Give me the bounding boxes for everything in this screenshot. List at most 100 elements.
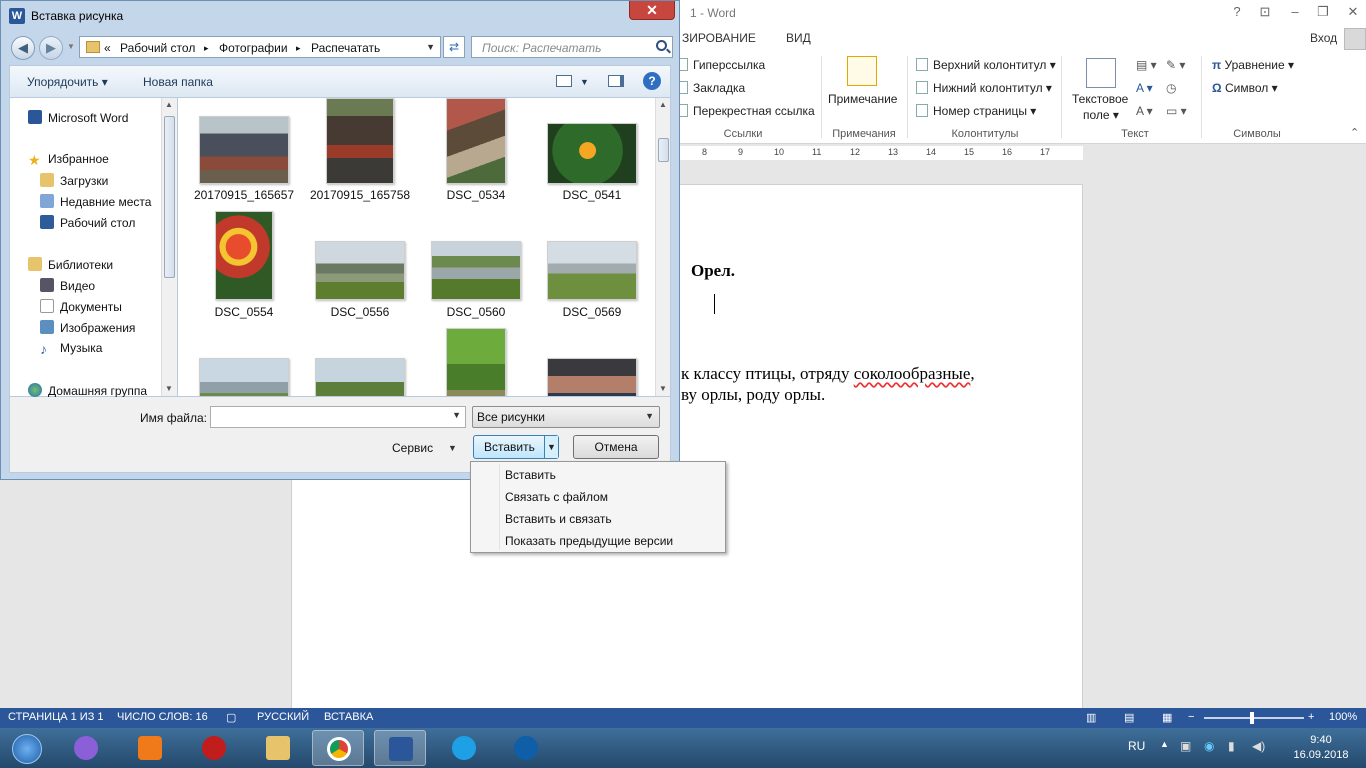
file-thumbnail[interactable]	[547, 358, 637, 396]
file-name[interactable]: DSC_0560	[416, 305, 536, 319]
zoom-out-icon[interactable]: −	[1188, 711, 1194, 723]
nav-item-downloads[interactable]: Загрузки	[40, 173, 108, 188]
print-layout-icon[interactable]: ▤	[1124, 711, 1134, 724]
search-box[interactable]: Поиск: Распечатать	[471, 36, 673, 58]
file-thumbnail[interactable]	[547, 123, 637, 184]
read-mode-icon[interactable]: ▥	[1086, 711, 1096, 724]
restore-icon[interactable]: ❐	[1308, 4, 1338, 20]
tray-language[interactable]: RU	[1128, 739, 1145, 753]
breadcrumb-overflow[interactable]: «	[104, 41, 111, 55]
file-thumbnail[interactable]	[215, 211, 273, 300]
recent-pages-chevron-icon[interactable]: ▼	[67, 42, 75, 51]
page-number-button[interactable]: Номер страницы ▾	[916, 104, 1036, 118]
word-count[interactable]: ЧИСЛО СЛОВ: 16	[117, 711, 208, 723]
file-thumbnail[interactable]	[315, 241, 405, 300]
signature-icon[interactable]: ✎ ▾	[1166, 58, 1185, 72]
organize-menu[interactable]: Упорядочить ▾	[27, 75, 108, 89]
scroll-down-icon[interactable]: ▼	[165, 384, 173, 393]
file-type-filter[interactable]: Все рисунки ▼	[472, 406, 660, 428]
menu-item-insert-and-link[interactable]: Вставить и связать	[505, 512, 612, 526]
taskbar-ie[interactable]	[438, 730, 490, 766]
breadcrumb-separator-icon[interactable]: ▸	[296, 43, 301, 54]
web-layout-icon[interactable]: ▦	[1162, 711, 1172, 724]
breadcrumb-separator-icon[interactable]: ▸	[204, 43, 209, 54]
insert-mode-status[interactable]: ВСТАВКА	[324, 711, 373, 723]
nav-scroll-thumb[interactable]	[164, 116, 175, 278]
file-thumbnail[interactable]	[199, 358, 289, 396]
menu-item-previous-versions[interactable]: Показать предыдущие версии	[505, 534, 673, 548]
back-button[interactable]: ◀	[11, 36, 35, 60]
nav-item-images[interactable]: Изображения	[40, 320, 135, 335]
help-icon[interactable]: ?	[1222, 4, 1252, 19]
insert-dropdown-icon[interactable]: ▼	[544, 436, 558, 458]
tray-app-icon[interactable]: ◉	[1204, 739, 1214, 753]
page-count[interactable]: СТРАНИЦА 1 ИЗ 1	[8, 711, 104, 723]
taskbar-app-player[interactable]	[124, 730, 176, 766]
scroll-up-icon[interactable]: ▲	[165, 100, 173, 109]
tab-review[interactable]: ЗИРОВАНИЕ	[682, 31, 756, 45]
file-thumbnail[interactable]	[326, 98, 394, 184]
file-thumbnail[interactable]	[315, 358, 405, 396]
text-box-label-2[interactable]: поле ▾	[1083, 108, 1119, 122]
object-icon[interactable]: ▭ ▾	[1166, 104, 1187, 118]
breadcrumb-desktop[interactable]: Рабочий стол	[120, 41, 195, 55]
nav-pane-scrollbar[interactable]: ▲ ▼	[161, 98, 177, 396]
header-button[interactable]: Верхний колонтитул ▾	[916, 58, 1056, 72]
tray-expand-icon[interactable]: ▲	[1160, 739, 1169, 749]
file-scroll-thumb[interactable]	[658, 138, 669, 162]
refresh-icon[interactable]: ⇄	[443, 36, 465, 58]
datetime-icon[interactable]: ◷	[1166, 81, 1176, 95]
address-bar[interactable]: « Рабочий стол ▸ Фотографии ▸ Распечатат…	[79, 36, 441, 58]
text-box-label[interactable]: Текстовое	[1072, 92, 1128, 106]
taskbar-app-voice[interactable]	[60, 730, 112, 766]
zoom-in-icon[interactable]: +	[1308, 711, 1314, 723]
cancel-button[interactable]: Отмена	[573, 435, 659, 459]
spelling-error[interactable]: соколообразные	[854, 364, 971, 383]
quick-parts-icon[interactable]: ▤ ▾	[1136, 58, 1157, 72]
breadcrumb-print[interactable]: Распечатать	[311, 41, 380, 55]
menu-item-link-to-file[interactable]: Связать с файлом	[505, 490, 608, 504]
equation-button[interactable]: π Уравнение ▾	[1212, 58, 1294, 72]
file-thumbnail[interactable]	[199, 116, 289, 184]
help-icon[interactable]: ?	[643, 72, 661, 90]
file-name[interactable]: DSC_0541	[532, 188, 652, 202]
volume-icon[interactable]: ◀)	[1252, 739, 1265, 753]
sign-in-link[interactable]: Вход	[1310, 31, 1337, 45]
hyperlink-button[interactable]: Гиперссылка	[676, 58, 765, 72]
scroll-down-icon[interactable]: ▼	[659, 384, 667, 393]
file-name-input[interactable]: ▼	[210, 406, 466, 428]
minimize-icon[interactable]: –	[1280, 4, 1310, 19]
file-thumbnail[interactable]	[446, 328, 506, 396]
view-options-icon[interactable]	[556, 75, 572, 87]
file-thumbnail[interactable]	[431, 241, 521, 300]
dialog-close-button[interactable]: ✕	[629, 1, 675, 20]
address-dropdown-icon[interactable]: ▼	[426, 42, 435, 52]
taskbar-word[interactable]	[374, 730, 426, 766]
nav-item-music[interactable]: ♪ Музыка	[40, 341, 102, 356]
nav-item-word[interactable]: Microsoft Word	[28, 110, 128, 125]
wordart-icon[interactable]: A ▾	[1136, 81, 1153, 95]
nav-item-libraries[interactable]: Библиотеки	[28, 257, 113, 272]
device-icon[interactable]: ▮	[1228, 739, 1235, 753]
tools-menu[interactable]: Сервис	[392, 441, 433, 455]
menu-item-insert[interactable]: Вставить	[505, 468, 556, 482]
clock[interactable]: 9:40 16.09.2018	[1286, 733, 1356, 763]
dropcap-icon[interactable]: A ▾	[1136, 104, 1153, 118]
new-folder-button[interactable]: Новая папка	[143, 75, 213, 89]
nav-item-desktop[interactable]: Рабочий стол	[40, 215, 135, 230]
proofing-icon[interactable]: ▢	[226, 711, 236, 724]
comment-button[interactable]: Примечание	[828, 92, 897, 106]
taskbar-app-red[interactable]	[188, 730, 240, 766]
file-name[interactable]: 20170915_165657	[184, 188, 304, 202]
nav-item-favorites[interactable]: ★ Избранное	[28, 152, 109, 167]
start-button[interactable]	[0, 730, 56, 766]
zoom-slider[interactable]	[1204, 717, 1304, 719]
scroll-up-icon[interactable]: ▲	[659, 100, 667, 109]
zoom-slider-thumb[interactable]	[1250, 712, 1254, 724]
nav-item-homegroup[interactable]: Домашняя группа	[28, 383, 147, 398]
collapse-ribbon-icon[interactable]: ⌃	[1350, 126, 1359, 139]
dialog-titlebar[interactable]: W Вставка рисунка ✕	[1, 1, 679, 31]
search-icon[interactable]	[656, 40, 667, 51]
taskbar-ccleaner[interactable]	[500, 730, 552, 766]
file-name[interactable]: DSC_0556	[300, 305, 420, 319]
